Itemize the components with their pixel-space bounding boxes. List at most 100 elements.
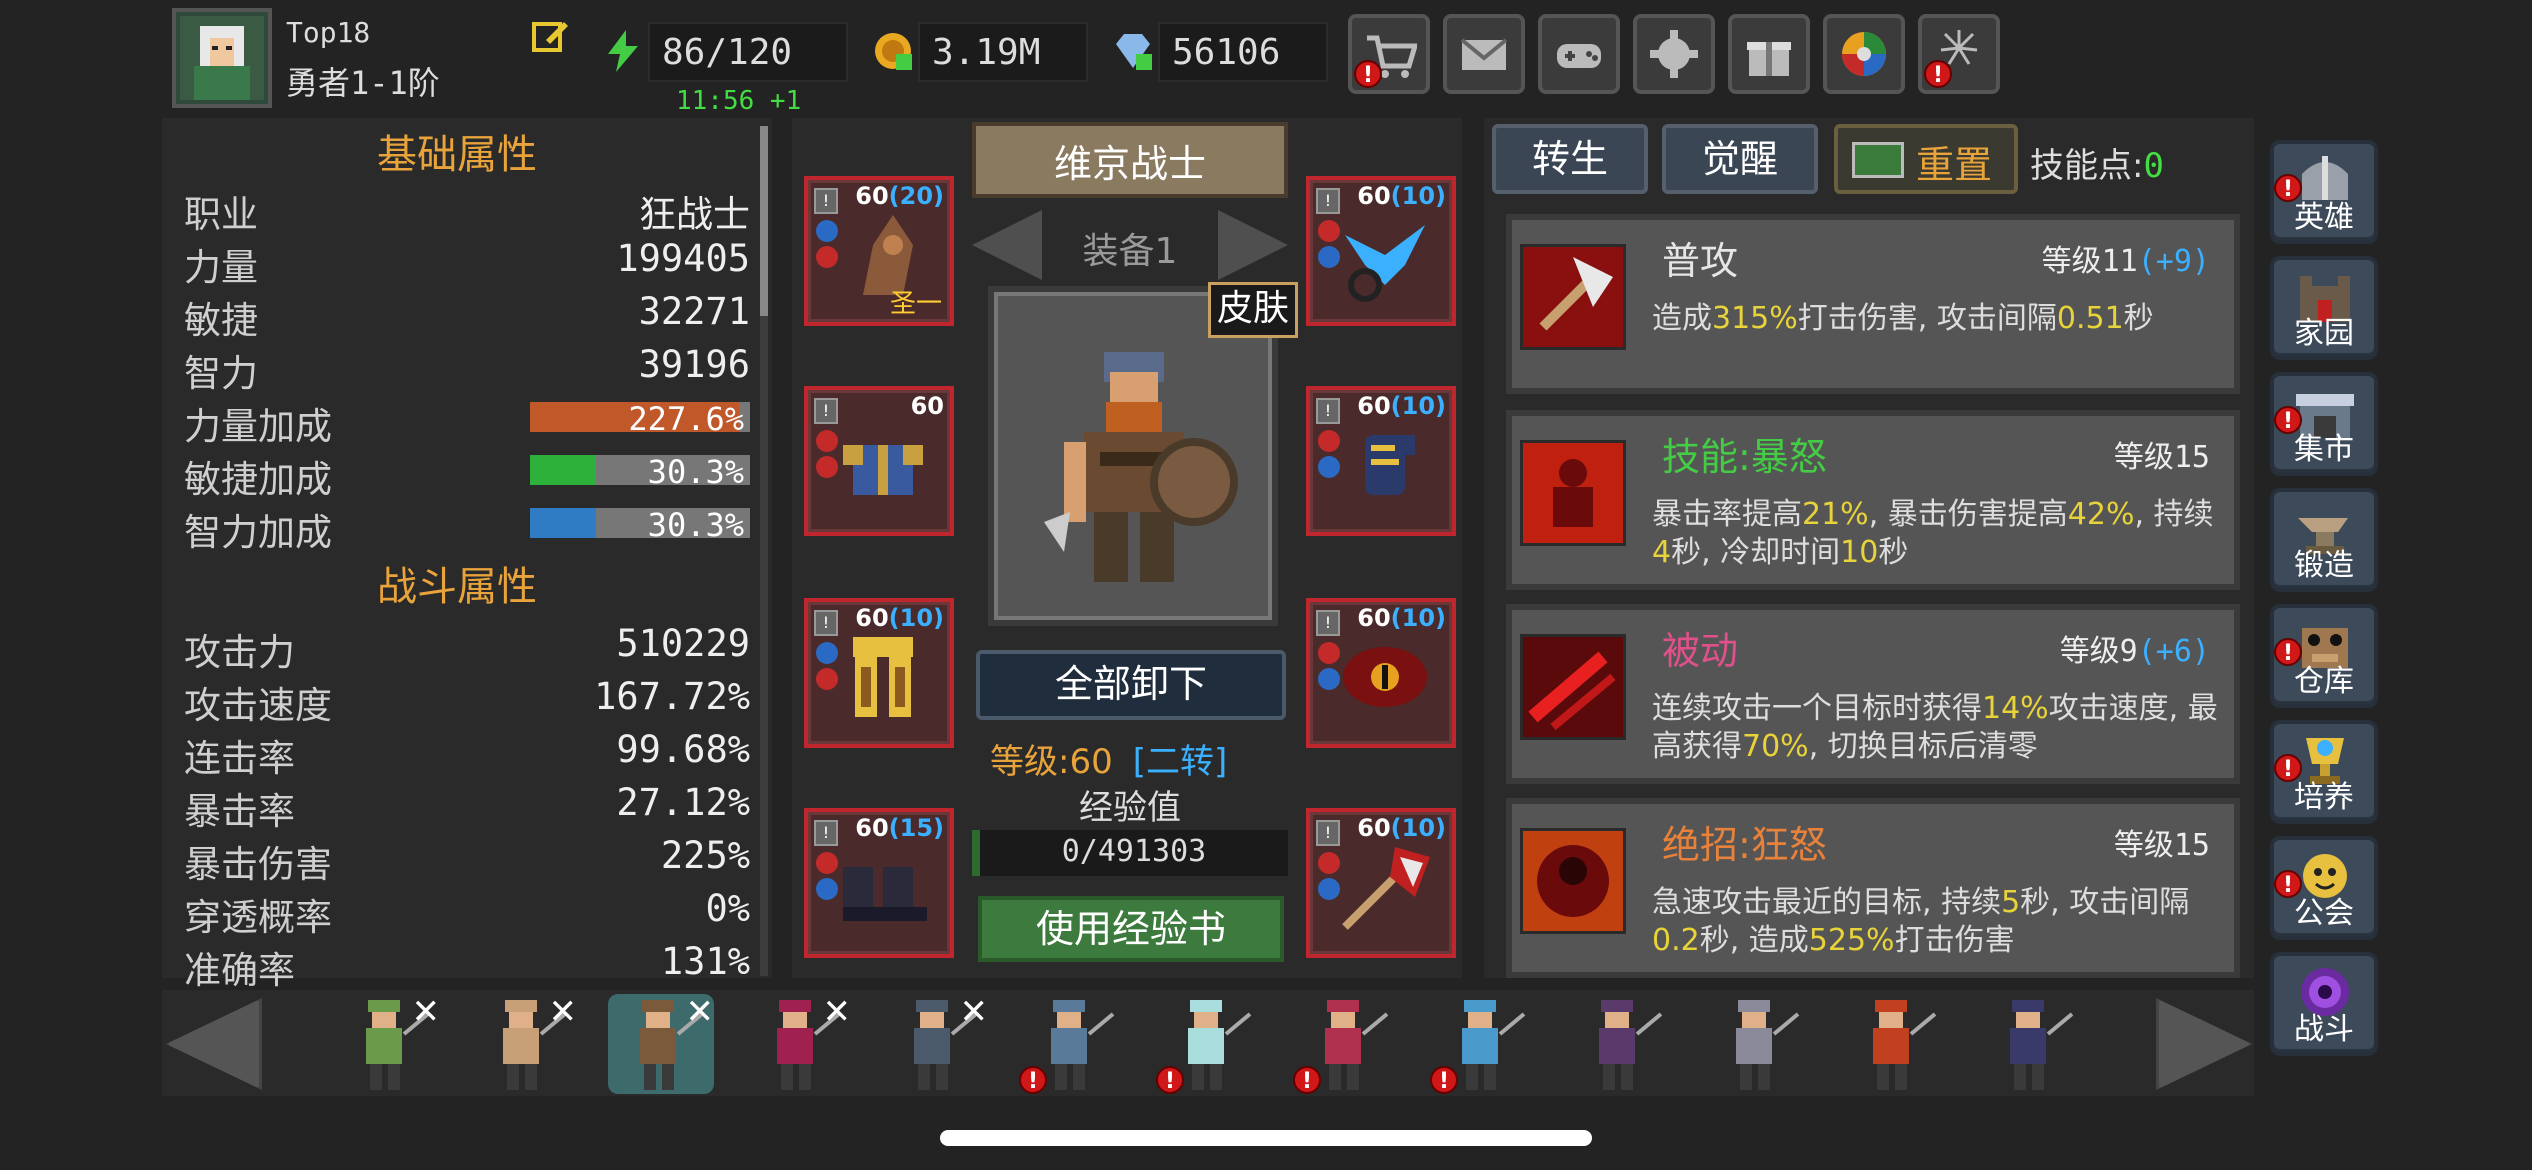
remove-hero-icon[interactable]: ✕	[549, 992, 578, 1032]
home-indicator[interactable]	[940, 1130, 1592, 1146]
remove-hero-icon[interactable]: ✕	[823, 992, 852, 1032]
games-button[interactable]	[1538, 14, 1620, 94]
remove-hero-icon[interactable]: ✕	[412, 992, 441, 1032]
stat-row: 敏捷 32271	[184, 286, 750, 342]
fireworks-button[interactable]: !	[1918, 14, 2000, 94]
stat-value: 225%	[660, 834, 750, 877]
skill-value: 4	[1652, 535, 1672, 570]
equip-slot-left-2[interactable]: 60!	[804, 386, 954, 536]
nav-label: 锻造	[2294, 548, 2354, 583]
skill-card[interactable]: 普攻 等级11(+9) 造成315%打击伤害, 攻击间隔0.51秒	[1506, 214, 2240, 394]
skill-art-icon	[1523, 637, 1623, 737]
gifts-button[interactable]	[1728, 14, 1810, 94]
knight-sprite	[1736, 1000, 1800, 1090]
stats-scrollbar[interactable]	[760, 126, 768, 976]
equip-slot-right-4[interactable]: 60(10)!	[1306, 808, 1456, 958]
hero-fire-demon[interactable]	[1841, 994, 1947, 1094]
equip-slot-right-2[interactable]: 60(10)!	[1306, 386, 1456, 536]
nav-trophy[interactable]: 培养!	[2270, 720, 2378, 824]
tab-rebirth[interactable]: 转生	[1492, 124, 1648, 194]
stat-value: 狂战士	[639, 193, 750, 236]
alert-badge: !	[1293, 1066, 1321, 1094]
remove-hero-icon[interactable]: ✕	[686, 992, 715, 1032]
equip-slot-right-1[interactable]: 60(10)!	[1306, 176, 1456, 326]
tab-awaken[interactable]: 觉醒	[1662, 124, 1818, 194]
skill-value: 70%	[1742, 729, 1809, 764]
hero-amazon[interactable]: ✕	[471, 992, 578, 1094]
scrollbar-thumb[interactable]	[760, 126, 768, 316]
remove-hero-icon[interactable]: ✕	[960, 992, 989, 1032]
skill-level: 等级15	[2113, 828, 2210, 863]
hero-dark-knight[interactable]	[1978, 994, 2084, 1094]
nav-guild[interactable]: 公会!	[2270, 836, 2378, 940]
combat-stats-title: 战斗属性	[377, 564, 537, 610]
stat-label: 连击率	[184, 737, 295, 780]
gear-icon	[1650, 30, 1698, 78]
exp-label: 经验值	[1079, 788, 1181, 828]
skill-name: 绝招:狂怒	[1662, 823, 1827, 867]
unequip-all-button[interactable]: 全部卸下	[976, 650, 1286, 720]
nav-anvil[interactable]: 锻造	[2270, 488, 2378, 592]
equipment-item-icon	[1365, 435, 1415, 495]
dark-knight-sprite	[2010, 1000, 2074, 1090]
nav-castle[interactable]: 家园	[2270, 256, 2378, 360]
energy-timer: 11:56 +1	[676, 86, 802, 116]
skill-card[interactable]: 技能:暴怒 等级15 暴击率提高21%, 暴击伤害提高42%, 持续 4秒, 冷却时间…	[1506, 410, 2240, 590]
stat-label: 攻击力	[184, 631, 295, 674]
stat-label: 力量	[184, 246, 258, 289]
stat-bonus-bar: 30.3%	[530, 453, 750, 491]
edit-name-button[interactable]	[530, 16, 570, 56]
nav-warehouse[interactable]: 仓库!	[2270, 604, 2378, 708]
hero-ghost[interactable]: !	[1156, 994, 1262, 1094]
hero-rogue[interactable]: ✕	[882, 992, 989, 1094]
stat-bonus-row: 智力加成 30.3%	[184, 498, 750, 554]
skill-card[interactable]: 绝招:狂怒 等级15 急速攻击最近的目标, 持续5秒, 攻击间隔 0.2秒, 造成52…	[1506, 798, 2240, 978]
lucky-wheel-button[interactable]	[1823, 14, 1905, 94]
skill-text: 秒, 冷却时间	[1671, 535, 1841, 570]
hero-gunner[interactable]: !	[1019, 994, 1125, 1094]
hero-viking[interactable]: ✕	[608, 992, 715, 1094]
stat-label: 力量加成	[184, 405, 332, 448]
hero-knight[interactable]	[1704, 994, 1810, 1094]
settings-button[interactable]	[1633, 14, 1715, 94]
skin-button[interactable]: 皮肤	[1208, 282, 1298, 338]
use-exp-book-button[interactable]: 使用经验书	[978, 896, 1284, 962]
reset-skills-button[interactable]: 重置	[1834, 124, 2018, 194]
skill-description: 急速攻击最近的目标, 持续5秒, 攻击间隔 0.2秒, 造成525%打击伤害	[1652, 884, 2222, 960]
shop-button[interactable]: !	[1348, 14, 1430, 94]
equip-slot-left-1[interactable]: 60(20)! 圣一	[804, 176, 954, 326]
equip-slot-left-3[interactable]: 60(10)!	[804, 598, 954, 748]
alert-badge: !	[2274, 406, 2302, 434]
stat-row: 暴击伤害 225%	[184, 830, 750, 886]
player-name: Top18	[286, 16, 371, 49]
skill-card[interactable]: 被动 等级9(+6) 连续攻击一个目标时获得14%攻击速度, 最高获得70%, 切换…	[1506, 604, 2240, 784]
skill-text: 连续攻击一个目标时获得	[1652, 691, 1982, 726]
hero-elf-archer[interactable]: ✕	[334, 992, 441, 1094]
nav-portal[interactable]: 战斗	[2270, 952, 2378, 1056]
skill-icon	[1520, 634, 1626, 740]
stat-row: 职业 狂战士	[184, 180, 750, 236]
player-avatar[interactable]	[172, 8, 272, 108]
stat-value: 510229	[616, 622, 750, 665]
prev-set-arrow-icon[interactable]	[972, 210, 1042, 280]
skill-points: 技能点:0	[2030, 138, 2164, 187]
skill-text: 秒, 攻击间隔	[2020, 885, 2190, 920]
alert-badge: !	[2274, 174, 2302, 202]
diamond-value: 56106	[1158, 22, 1328, 82]
mail-button[interactable]	[1443, 14, 1525, 94]
hero-sorceress[interactable]: ✕	[745, 992, 852, 1094]
next-set-arrow-icon[interactable]	[1218, 210, 1288, 280]
alert-badge: !	[1354, 60, 1382, 88]
nav-helmet[interactable]: 英雄!	[2270, 140, 2378, 244]
nav-market[interactable]: 集市!	[2270, 372, 2378, 476]
hero-vampire[interactable]: !	[1293, 994, 1399, 1094]
equip-set-selector: 装备1	[972, 210, 1288, 280]
hero-warlock[interactable]	[1567, 994, 1673, 1094]
skill-level: 等级15	[2113, 440, 2210, 475]
stat-bonus-bar: 30.3%	[530, 506, 750, 544]
stats-panel: 基础属性 职业 狂战士 力量 199405 敏捷 32271 智力 39196 力量加成 227.…	[162, 118, 772, 992]
equip-slot-right-3[interactable]: 60(10)!	[1306, 598, 1456, 748]
gold-coin-icon	[875, 33, 912, 70]
equip-slot-left-4[interactable]: 60(15)!	[804, 808, 954, 958]
hero-ice-mage[interactable]: !	[1430, 994, 1536, 1094]
